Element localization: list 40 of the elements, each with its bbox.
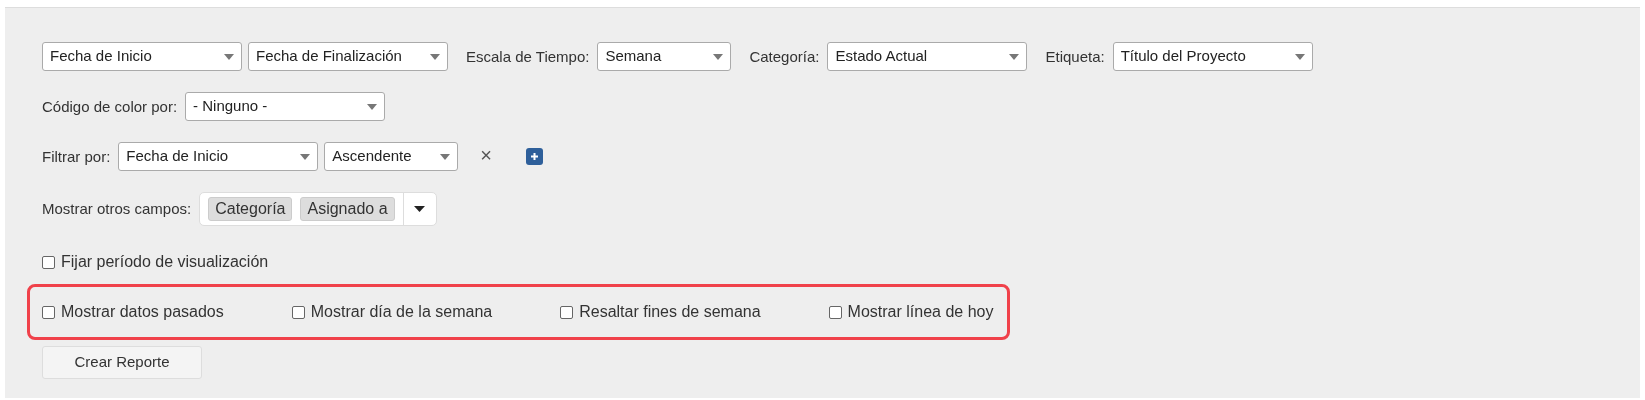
dropdown[interactable]: Fecha de Inicio bbox=[118, 142, 319, 171]
caret-icon bbox=[440, 153, 451, 160]
checkbox[interactable] bbox=[291, 305, 305, 319]
caret-icon bbox=[713, 53, 724, 60]
checkbox-label: Mostrar línea de hoy bbox=[847, 302, 994, 322]
caret-icon bbox=[300, 153, 311, 160]
caret-icon bbox=[414, 206, 426, 212]
dropdown[interactable]: Semana bbox=[597, 42, 732, 71]
dropdown[interactable]: - Ninguno - bbox=[185, 92, 386, 121]
caret-icon bbox=[1009, 53, 1020, 60]
field-label: Mostrar otros campos: bbox=[42, 200, 192, 217]
checkbox-label: Mostrar día de la semana bbox=[310, 302, 493, 322]
checkbox[interactable] bbox=[42, 305, 55, 319]
dropdown[interactable]: Fecha de Finalización bbox=[248, 42, 448, 71]
checkbox[interactable] bbox=[560, 305, 574, 319]
dropdown[interactable]: Título del Proyecto bbox=[1112, 42, 1313, 71]
dropdown[interactable]: Estado Actual bbox=[827, 42, 1028, 71]
multi-select[interactable]: Categoría Asignado a bbox=[199, 192, 437, 226]
field-label: Categoría: bbox=[749, 47, 820, 65]
checkbox-label: Mostrar datos pasados bbox=[61, 302, 224, 322]
plus-icon bbox=[530, 152, 540, 161]
field-label: Etiqueta: bbox=[1045, 47, 1105, 65]
create-report-button[interactable]: Crear Reporte bbox=[42, 346, 202, 379]
caret-icon bbox=[430, 53, 440, 60]
caret-icon bbox=[224, 53, 234, 60]
dropdown[interactable]: Ascendente bbox=[324, 142, 459, 171]
dropdown[interactable]: Fecha de Inicio bbox=[42, 42, 242, 71]
field-label: Escala de Tiempo: bbox=[466, 47, 590, 65]
remove-button[interactable]: × bbox=[472, 144, 501, 165]
checkbox[interactable] bbox=[828, 305, 842, 319]
tag: Asignado a bbox=[300, 197, 395, 221]
caret-icon bbox=[1294, 53, 1305, 60]
checkbox-label: Resaltar fines de semana bbox=[579, 302, 761, 322]
checkbox-label: Fijar período de visualización bbox=[61, 252, 269, 272]
field-label: Filtrar por: bbox=[42, 147, 111, 165]
field-label: Código de color por: bbox=[42, 97, 178, 115]
caret-icon bbox=[367, 103, 378, 110]
checkbox[interactable] bbox=[42, 255, 55, 269]
add-button[interactable] bbox=[526, 148, 544, 165]
tag: Categoría bbox=[208, 197, 293, 221]
